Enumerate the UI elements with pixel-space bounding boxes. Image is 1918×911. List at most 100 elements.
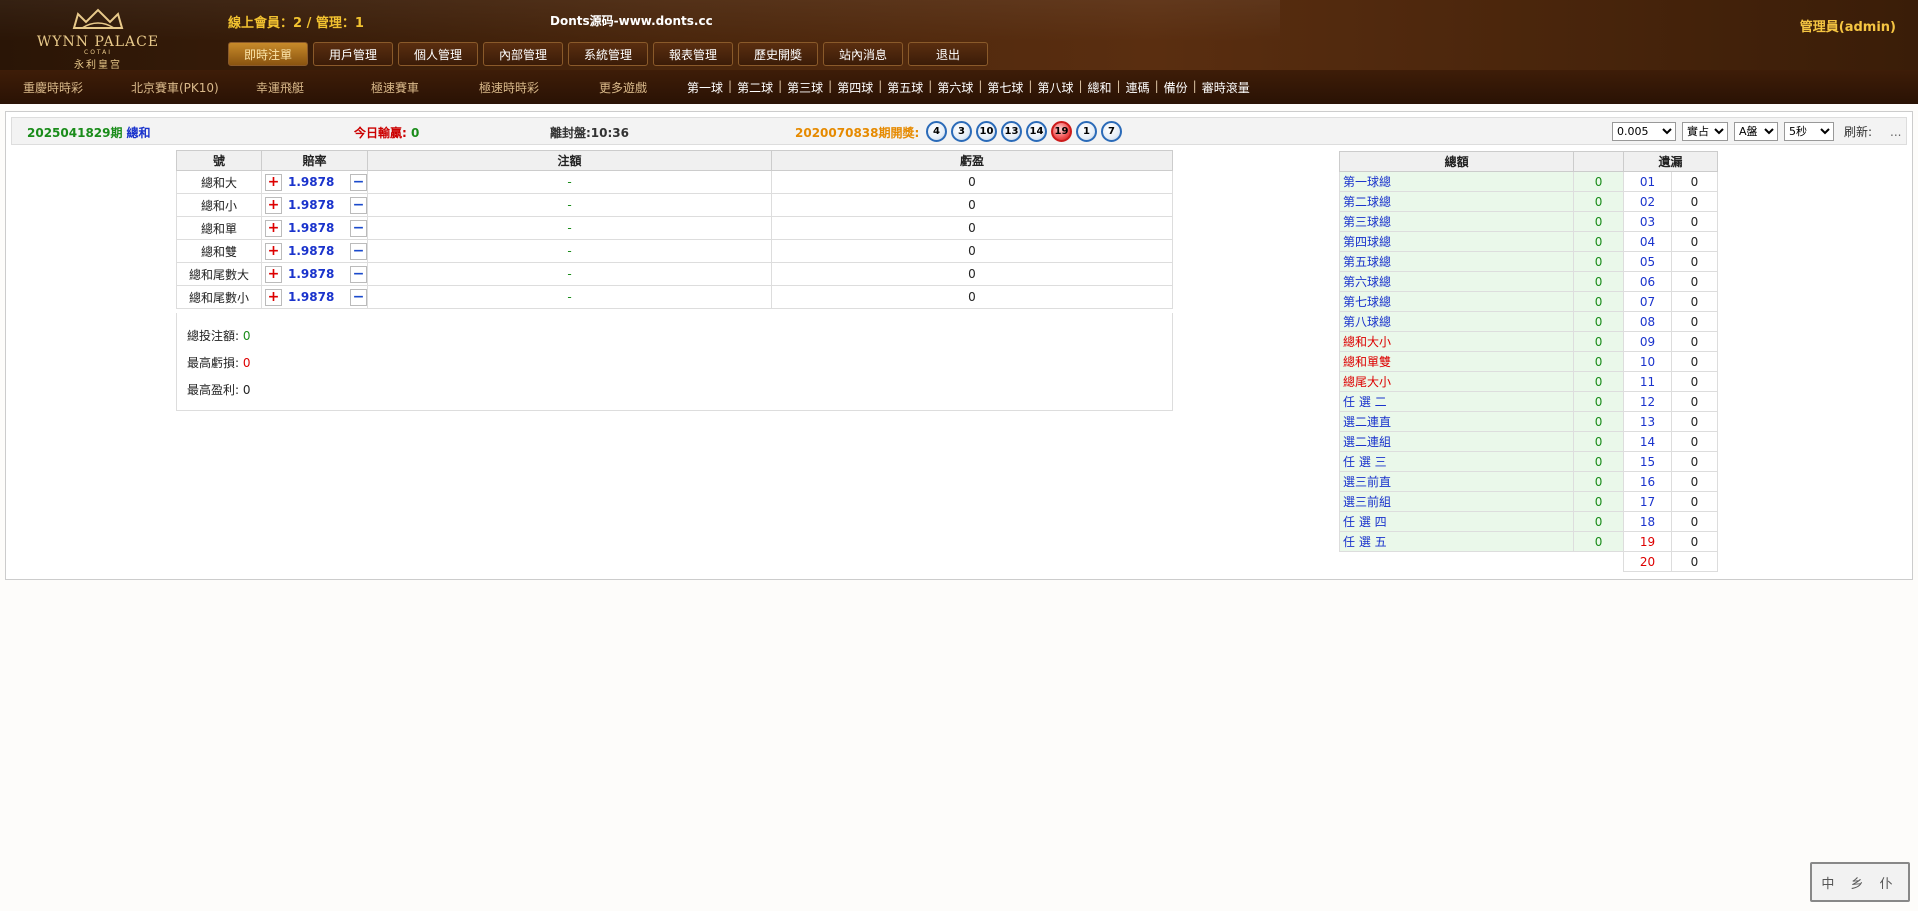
bet-name: 總和大 [176,170,262,194]
bet-odds-cell: +1.9878 − [261,285,368,309]
total-name[interactable]: 第二球總 [1338,191,1575,212]
refresh-text: 刷新: [1844,125,1873,139]
leak-number: 19 [1623,531,1672,552]
leak-count: 0 [1671,211,1718,232]
decrease-odds-button[interactable]: − [350,173,367,191]
interval-select[interactable]: 5秒 [1784,122,1834,141]
decrease-odds-button[interactable]: − [350,288,367,306]
leak-count: 0 [1671,391,1718,412]
share-select[interactable]: 實占 [1682,122,1728,141]
ball-tab-8[interactable]: 總和 [1088,79,1112,96]
total-name[interactable]: 第四球總 [1338,231,1575,252]
total-row: 任 選 二0 [1338,391,1624,412]
bet-name: 總和小 [176,193,262,217]
total-name[interactable]: 任 選 二 [1338,391,1575,412]
total-name[interactable]: 第五球總 [1338,251,1575,272]
game-link-speed-racing[interactable]: 極速賽車 [371,79,419,96]
total-name[interactable]: 選三前直 [1338,471,1575,492]
ball-tab-1[interactable]: 第二球 [737,79,773,96]
bet-amount: - [367,216,772,240]
odds-controls: +1.9878 − [262,265,367,283]
totals-header-row: 總額 [1338,151,1624,172]
total-name[interactable]: 第一球總 [1338,171,1575,192]
leak-count: 0 [1671,291,1718,312]
rate-select[interactable]: 0.005 [1612,122,1676,141]
plate-select[interactable]: A盤 [1734,122,1778,141]
ball-tab-7[interactable]: 第八球 [1037,79,1073,96]
total-name[interactable]: 第八球總 [1338,311,1575,332]
ball-tab-4[interactable]: 第五球 [887,79,923,96]
ball-tab-11[interactable]: 審時滾量 [1202,79,1250,96]
leak-row: 03 0 [1623,211,1718,232]
increase-odds-button[interactable]: + [265,288,282,306]
ball-tab-0[interactable]: 第一球 [687,79,723,96]
nav-button-6[interactable]: 歷史開獎 [738,42,818,66]
total-row: 第七球總 0 [1338,291,1624,312]
game-link-lucky-boat[interactable]: 幸運飛艇 [256,79,304,96]
col-profit-loss: 虧盈 [771,150,1173,171]
total-name[interactable]: 總和單雙 [1338,351,1575,372]
total-value: 0 [1573,391,1624,412]
increase-odds-button[interactable]: + [265,265,282,283]
decrease-odds-button[interactable]: − [350,219,367,237]
bet-row: 總和尾數小 +1.9878 − -0 [176,285,1173,309]
ball-tab-3[interactable]: 第四球 [837,79,873,96]
game-link-speed-ssc[interactable]: 極速時時彩 [479,79,539,96]
admin-user[interactable]: 管理員(admin) [1800,16,1896,35]
odds-value: 1.9878 [288,267,335,281]
ball-tab-6[interactable]: 第七球 [987,79,1023,96]
total-name[interactable]: 任 選 三 [1338,451,1575,472]
total-name[interactable]: 第六球總 [1338,271,1575,292]
total-value: 0 [1573,311,1624,332]
nav-button-3[interactable]: 內部管理 [483,42,563,66]
total-name[interactable]: 選三前組 [1338,491,1575,512]
ball-tab-5[interactable]: 第六球 [937,79,973,96]
bet-odds-cell: +1.9878 − [261,216,368,240]
total-name[interactable]: 任 選 五 [1338,531,1575,552]
issue-tag: 總和 [126,126,151,140]
refresh-dots[interactable]: ... [1890,125,1901,139]
total-name[interactable]: 總和大小 [1338,331,1575,352]
leak-number: 18 [1623,511,1672,532]
decrease-odds-button[interactable]: − [350,196,367,214]
leak-count: 0 [1671,231,1718,252]
leak-row: 18 0 [1623,511,1718,532]
nav-button-5[interactable]: 報表管理 [653,42,733,66]
game-link-cqssc[interactable]: 重慶時時彩 [23,79,83,96]
decrease-odds-button[interactable]: − [350,242,367,260]
nav-button-8[interactable]: 退出 [908,42,988,66]
bet-name: 總和單 [176,216,262,240]
game-link-pk10[interactable]: 北京賽車(PK10) [131,79,219,96]
nav-button-1[interactable]: 用戶管理 [313,42,393,66]
nav-button-4[interactable]: 系統管理 [568,42,648,66]
total-value: 0 [1573,271,1624,292]
increase-odds-button[interactable]: + [265,196,282,214]
total-row: 總和單雙 0 [1338,351,1624,372]
increase-odds-button[interactable]: + [265,173,282,191]
total-row: 任 選 三0 [1338,451,1624,472]
leaks-table: 遺漏 01 0 02 0 03 0 04 0 05 0 06 0 07 0 08 0 09 0 10 0 11 0 12 0 1… [1623,151,1718,572]
total-name[interactable]: 第七球總 [1338,291,1575,312]
total-name[interactable]: 任 選 四 [1338,511,1575,532]
decrease-odds-button[interactable]: − [350,265,367,283]
nav-button-0[interactable]: 即時注單 [228,42,308,66]
game-link-more[interactable]: 更多遊戲 [599,79,647,96]
ball-tab-2[interactable]: 第三球 [787,79,823,96]
odds-value: 1.9878 [288,198,335,212]
leak-number: 03 [1623,211,1672,232]
total-name[interactable]: 選二連組 [1338,431,1575,452]
increase-odds-button[interactable]: + [265,219,282,237]
separator: | [1078,79,1083,93]
leak-row: 05 0 [1623,251,1718,272]
total-name[interactable]: 總尾大小 [1338,371,1575,392]
increase-odds-button[interactable]: + [265,242,282,260]
total-name[interactable]: 選二連直 [1338,411,1575,432]
odds-value: 1.9878 [288,244,335,258]
separator: | [1116,79,1121,93]
nav-button-7[interactable]: 站內消息 [823,42,903,66]
ball-tab-10[interactable]: 備份 [1164,79,1188,96]
nav-button-2[interactable]: 個人管理 [398,42,478,66]
total-name[interactable]: 第三球總 [1338,211,1575,232]
ball-tab-9[interactable]: 連碼 [1126,79,1150,96]
total-row: 總和大小 0 [1338,331,1624,352]
